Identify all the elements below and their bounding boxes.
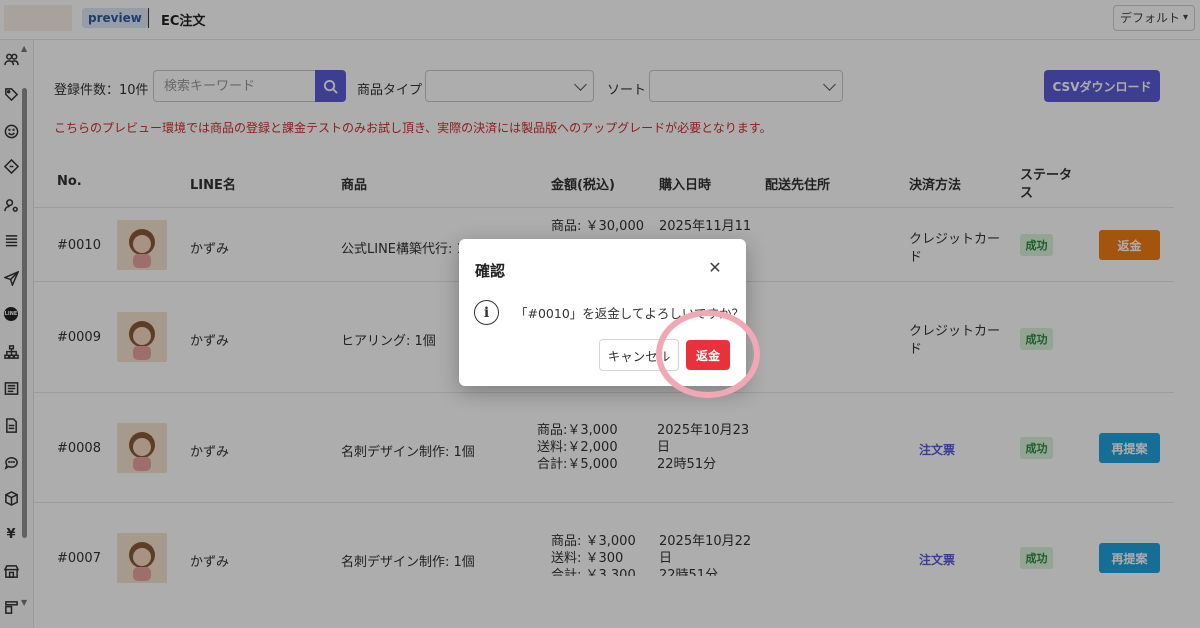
info-icon: i <box>474 300 499 325</box>
highlight-ring <box>656 310 760 398</box>
close-icon[interactable]: ✕ <box>707 260 723 276</box>
dialog-title: 確認 <box>475 262 506 280</box>
